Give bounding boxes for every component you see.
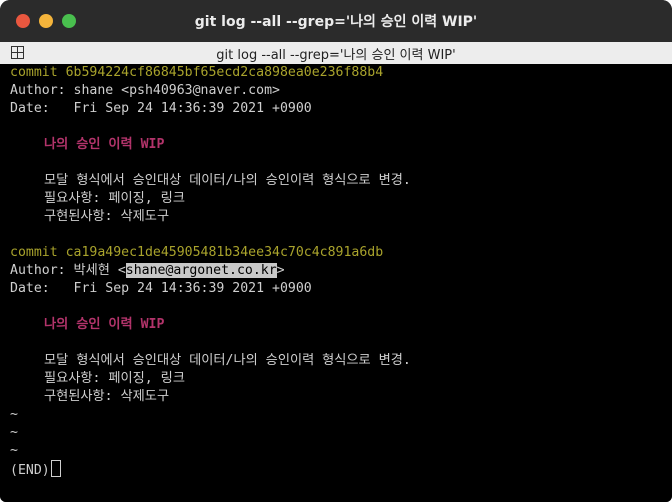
author-suffix: >: [276, 263, 285, 278]
date-line: Date: Fri Sep 24 14:36:39 2021 +0900: [10, 101, 312, 116]
terminal-window: git log --all --grep='나의 승인 이력 WIP' git …: [0, 0, 672, 502]
pager-prompt[interactable]: (END): [10, 460, 672, 478]
tab-title[interactable]: git log --all --grep='나의 승인 이력 WIP': [216, 44, 455, 63]
terminal-output[interactable]: commit 6b594224cf86845bf65ecd2ca898ea0e2…: [0, 64, 672, 502]
author-line: Author: shane <psh40963@naver.com>: [10, 82, 672, 100]
window-controls: [16, 14, 76, 28]
commit-hash-line: commit ca19a49ec1de45905481b34ee34c70c4c…: [10, 245, 384, 260]
minimize-button[interactable]: [39, 14, 53, 28]
date-line: Date: Fri Sep 24 14:36:39 2021 +0900: [10, 281, 312, 296]
split-view-icon[interactable]: [11, 46, 24, 59]
commit-body-line: 구현된사항: 삭제도구: [44, 389, 170, 404]
author-line: Author: 박세현 <shane@argonet.co.kr>: [10, 262, 672, 280]
maximize-button[interactable]: [62, 14, 76, 28]
commit-body-line: 모달 형식에서 승인대상 데이터/나의 승인이력 형식으로 변경.: [44, 173, 411, 188]
commit-body-line: 필요사항: 페이징, 링크: [44, 191, 185, 206]
pager-end-text: (END): [10, 463, 50, 478]
commit-subject: 나의 승인 이력 WIP: [44, 137, 165, 152]
commit-body-line: 필요사항: 페이징, 링크: [44, 371, 185, 386]
author-text: Author: shane <psh40963@naver.com>: [10, 83, 280, 98]
commit-subject: 나의 승인 이력 WIP: [44, 317, 165, 332]
commit-body-line: 모달 형식에서 승인대상 데이터/나의 승인이력 형식으로 변경.: [44, 353, 411, 368]
commit-hash-line: commit 6b594224cf86845bf65ecd2ca898ea0e2…: [10, 65, 384, 80]
tilde-line: ~: [10, 425, 18, 440]
close-button[interactable]: [16, 14, 30, 28]
tab-bar[interactable]: git log --all --grep='나의 승인 이력 WIP': [0, 42, 672, 65]
commit-body-line: 구현된사항: 삭제도구: [44, 209, 170, 224]
tilde-line: ~: [10, 407, 18, 422]
author-text: Author: 박세현 <: [10, 263, 126, 278]
text-cursor: [50, 460, 61, 477]
tilde-line: ~: [10, 443, 18, 458]
highlighted-email[interactable]: shane@argonet.co.kr: [125, 263, 277, 278]
window-title: git log --all --grep='나의 승인 이력 WIP': [194, 14, 478, 30]
title-bar[interactable]: git log --all --grep='나의 승인 이력 WIP': [0, 0, 672, 42]
